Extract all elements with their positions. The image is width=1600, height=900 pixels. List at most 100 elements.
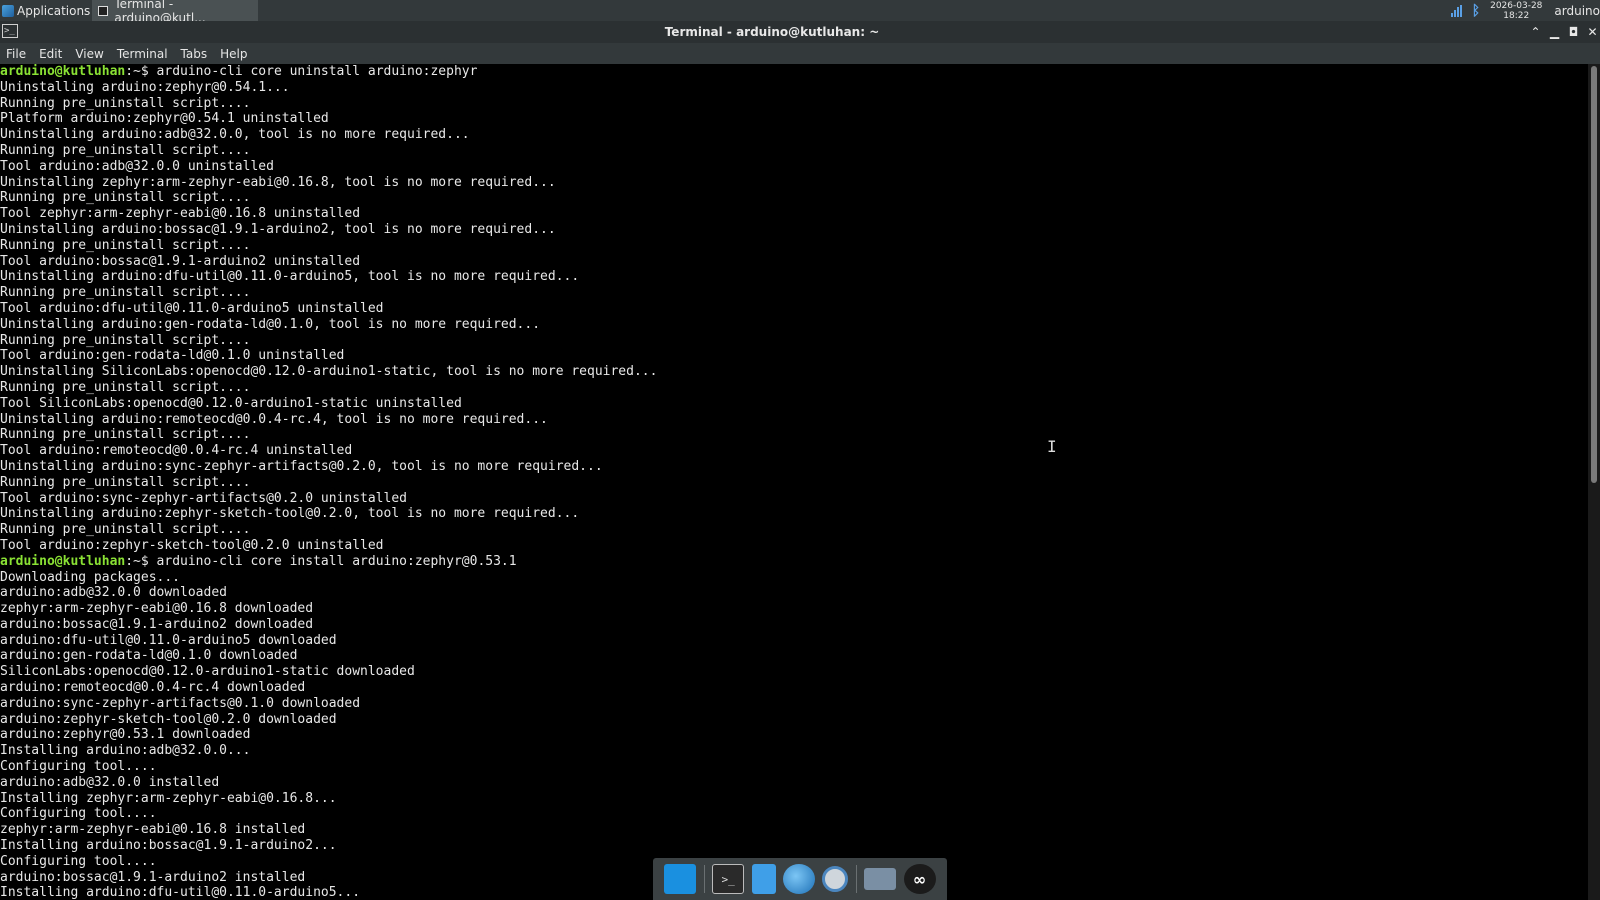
clock[interactable]: 2026-03-28 18:22 [1490,1,1542,21]
dock: >_ ∞ [653,858,947,900]
terminal-output-line: Uninstalling SiliconLabs:openocd@0.12.0-… [0,364,1588,380]
terminal-output-line: Uninstalling zephyr:arm-zephyr-eabi@0.16… [0,175,1588,191]
terminal-output-line: Running pre_uninstall script.... [0,238,1588,254]
minimize-icon[interactable]: ▁ [1549,25,1560,39]
output-text: Uninstalling arduino:zephyr@0.54.1... [0,79,290,95]
terminal-output-line: Uninstalling arduino:adb@32.0.0, tool is… [0,127,1588,143]
output-text: zephyr:arm-zephyr-eabi@0.16.8 downloaded [0,601,314,617]
terminal-output-line: Uninstalling arduino:remoteocd@0.0.4-rc.… [0,412,1588,428]
app-finder-icon[interactable] [822,866,849,892]
clock-date: 2026-03-28 [1490,0,1543,11]
terminal-output-line: Configuring tool.... [0,806,1588,822]
scrollbar-thumb[interactable] [1591,66,1597,483]
desktop-icon[interactable] [664,864,697,894]
terminal-output-line: SiliconLabs:openocd@0.12.0-arduino1-stat… [0,664,1588,680]
output-text: Tool arduino:bossac@1.9.1-arduino2 unins… [0,253,361,269]
command-text: arduino-cli core uninstall arduino:zephy… [156,64,478,79]
terminal-output-line: Tool arduino:remoteocd@0.0.4-rc.4 uninst… [0,443,1588,459]
web-browser-icon[interactable] [782,864,815,894]
output-text: Installing arduino:adb@32.0.0... [0,743,251,759]
output-text: Running pre_uninstall script.... [0,285,251,301]
output-text: Configuring tool.... [0,806,157,822]
menu-terminal[interactable]: Terminal [117,47,168,61]
dock-separator [855,865,857,893]
prompt-suffix: :~$ [125,64,157,79]
terminal-output-line: Platform arduino:zephyr@0.54.1 uninstall… [0,111,1588,127]
menu-edit[interactable]: Edit [39,47,62,61]
output-text: Installing arduino:dfu-util@0.11.0-ardui… [0,885,361,900]
output-text: Tool arduino:dfu-util@0.11.0-arduino5 un… [0,300,384,316]
menu-view[interactable]: View [75,47,103,61]
terminal-command-line: arduino@kutluhan:~$ arduino-cli core ins… [0,554,1588,570]
terminal-output-line: arduino:sync-zephyr-artifacts@0.1.0 down… [0,696,1588,712]
output-text: Uninstalling arduino:remoteocd@0.0.4-rc.… [0,411,548,427]
output-text: Tool arduino:adb@32.0.0 uninstalled [0,158,274,174]
output-text: Uninstalling arduino:gen-rodata-ld@0.1.0… [0,316,541,332]
terminal-output-line: Tool arduino:gen-rodata-ld@0.1.0 uninsta… [0,348,1588,364]
output-text: Uninstalling arduino:adb@32.0.0, tool is… [0,127,470,143]
output-text: Running pre_uninstall script.... [0,95,251,111]
terminal-launcher-icon[interactable]: >_ [712,864,745,894]
maximize-icon[interactable]: ◘ [1568,25,1579,39]
output-text: Uninstalling zephyr:arm-zephyr-eabi@0.16… [0,174,556,190]
output-text: Tool arduino:sync-zephyr-artifacts@0.2.0… [0,490,407,506]
terminal-output-line: Tool arduino:zephyr-sketch-tool@0.2.0 un… [0,538,1588,554]
terminal-output-line: arduino:zephyr-sketch-tool@0.2.0 downloa… [0,712,1588,728]
output-text: arduino:adb@32.0.0 downloaded [0,585,227,601]
shell-prompt: arduino@kutluhan [0,64,126,79]
output-text: Configuring tool.... [0,853,157,869]
terminal-output-line: Running pre_uninstall script.... [0,380,1588,396]
menu-help[interactable]: Help [220,47,247,61]
menu-tabs[interactable]: Tabs [181,47,208,61]
terminal-output-line: Uninstalling arduino:bossac@1.9.1-arduin… [0,222,1588,238]
shade-icon[interactable]: ⌃ [1530,25,1541,39]
terminal-output-line: Running pre_uninstall script.... [0,475,1588,491]
terminal-output-line: Tool arduino:sync-zephyr-artifacts@0.2.0… [0,491,1588,507]
output-text: arduino:bossac@1.9.1-arduino2 installed [0,869,306,885]
command-text: arduino-cli core install arduino:zephyr@… [156,553,517,569]
user-menu[interactable]: arduino [1554,4,1600,18]
terminal-scrollbar[interactable] [1588,64,1600,900]
terminal-output[interactable]: arduino@kutluhan:~$ arduino-cli core uni… [0,64,1588,900]
output-text: Downloading packages... [0,569,181,585]
output-text: Running pre_uninstall script.... [0,142,251,158]
network-signal-icon[interactable] [1450,4,1462,17]
terminal-output-line: Tool SiliconLabs:openocd@0.12.0-arduino1… [0,396,1588,412]
terminal-output-line: arduino:gen-rodata-ld@0.1.0 downloaded [0,648,1588,664]
file-manager-icon[interactable] [864,868,897,890]
shell-prompt: arduino@kutluhan [0,553,126,569]
text-editor-icon[interactable] [751,864,776,894]
terminal-output-line: arduino:remoteocd@0.0.4-rc.4 downloaded [0,680,1588,696]
terminal-output-line: Uninstalling arduino:dfu-util@0.11.0-ard… [0,269,1588,285]
window-title-bar[interactable]: >_ Terminal - arduino@kutluhan: ~ ⌃ ▁ ◘ … [0,21,1600,43]
terminal-output-line: Uninstalling arduino:sync-zephyr-artifac… [0,459,1588,475]
output-text: Running pre_uninstall script.... [0,237,251,253]
terminal-output-line: Uninstalling arduino:zephyr-sketch-tool@… [0,506,1588,522]
menu-file[interactable]: File [6,47,26,61]
window-title: Terminal - arduino@kutluhan: ~ [664,25,880,39]
output-text: Configuring tool.... [0,759,157,775]
output-text: Tool SiliconLabs:openocd@0.12.0-arduino1… [0,395,462,411]
terminal-output-line: arduino:adb@32.0.0 downloaded [0,585,1588,601]
terminal-output-line: Tool arduino:dfu-util@0.11.0-arduino5 un… [0,301,1588,317]
output-text: arduino:sync-zephyr-artifacts@0.1.0 down… [0,695,361,711]
output-text: Uninstalling arduino:dfu-util@0.11.0-ard… [0,269,580,285]
output-text: arduino:remoteocd@0.0.4-rc.4 downloaded [0,680,306,696]
output-text: Installing arduino:bossac@1.9.1-arduino2… [0,838,337,854]
output-text: Running pre_uninstall script.... [0,332,251,348]
output-text: Running pre_uninstall script.... [0,522,251,538]
close-icon[interactable]: ✕ [1587,25,1598,39]
output-text: SiliconLabs:openocd@0.12.0-arduino1-stat… [0,664,415,680]
applications-menu-button[interactable]: Applications [2,0,90,21]
terminal-output-line: Installing arduino:adb@32.0.0... [0,743,1588,759]
terminal-output-line: arduino:adb@32.0.0 installed [0,775,1588,791]
output-text: arduino:zephyr@0.53.1 downloaded [0,727,251,743]
terminal-icon [98,5,109,16]
output-text: Platform arduino:zephyr@0.54.1 uninstall… [0,111,329,127]
terminal-output-line: Running pre_uninstall script.... [0,522,1588,538]
arduino-icon[interactable]: ∞ [903,864,936,894]
terminal-output-line: arduino:zephyr@0.53.1 downloaded [0,727,1588,743]
bluetooth-icon[interactable]: ᛒ [1472,3,1480,19]
output-text: Tool zephyr:arm-zephyr-eabi@0.16.8 unins… [0,206,361,222]
taskbar-terminal-button[interactable]: Terminal - arduino@kutl... [92,0,258,25]
